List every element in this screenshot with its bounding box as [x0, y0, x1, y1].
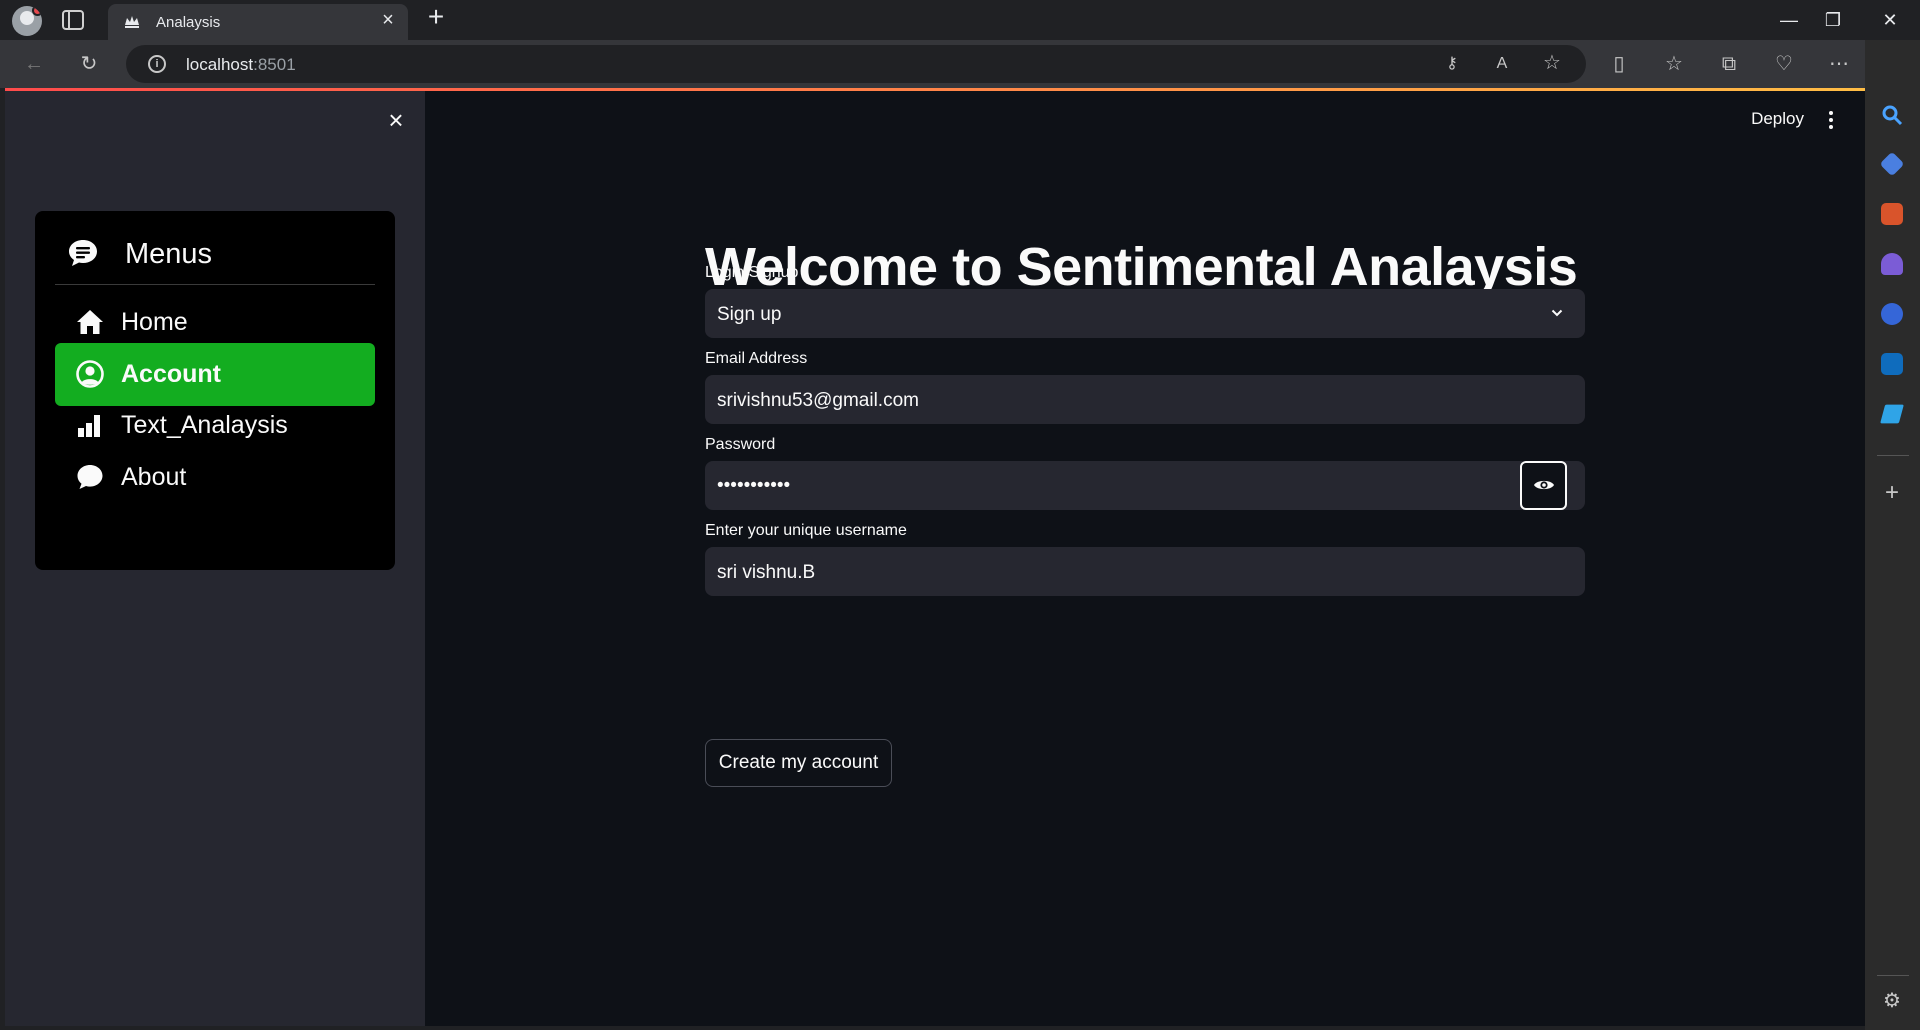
email-value: srivishnu53@gmail.com	[717, 390, 919, 411]
chevron-down-icon	[1551, 309, 1563, 317]
new-tab-icon[interactable]: +	[422, 3, 450, 32]
password-label: Password	[705, 436, 776, 453]
send-icon[interactable]	[1880, 404, 1904, 424]
favorite-star-icon[interactable]: ☆	[1540, 51, 1564, 75]
read-aloud-icon[interactable]: A	[1490, 52, 1514, 76]
browser-essentials-icon[interactable]: ♡	[1772, 52, 1796, 76]
sidebar-close-icon[interactable]: ×	[385, 107, 407, 133]
tools-icon[interactable]	[1881, 203, 1903, 225]
menu-header: Menus	[55, 229, 375, 285]
login-signup-value: Sign up	[717, 304, 782, 325]
app-main: Deploy Welcome to Sentimental Analaysis …	[425, 91, 1865, 1026]
tab-actions-icon[interactable]	[62, 10, 84, 30]
restore-icon[interactable]: ❐	[1813, 6, 1853, 34]
show-password-button[interactable]	[1520, 461, 1567, 510]
edge-divider	[1877, 455, 1909, 456]
menu-title: Menus	[125, 238, 213, 270]
browser-toolbar: ← ↻ i localhost:8501 ⚷ A ☆ ▯ ☆ ⧉ ♡ ⋯	[0, 40, 1920, 88]
settings-gear-icon[interactable]: ⚙	[1881, 990, 1903, 1012]
minimize-icon[interactable]: —	[1769, 6, 1809, 34]
address-url: localhost:8501	[186, 55, 296, 74]
close-window-icon[interactable]: ✕	[1870, 6, 1910, 34]
eye-icon	[1534, 480, 1554, 490]
add-icon[interactable]: +	[1881, 481, 1903, 505]
chat-bubble-icon	[77, 465, 103, 489]
favorites-icon[interactable]: ☆	[1662, 52, 1686, 76]
login-signup-select[interactable]: Sign up	[705, 289, 1585, 338]
tab-title: Analaysis	[156, 14, 221, 31]
person-circle-icon	[76, 360, 104, 388]
login-signup-label: Login/Signup	[705, 264, 799, 281]
browser-tab[interactable]: Analaysis ×	[108, 4, 408, 40]
email-label: Email Address	[705, 350, 808, 367]
deploy-button[interactable]: Deploy	[1751, 109, 1804, 129]
search-icon[interactable]	[1881, 104, 1903, 126]
username-value: sri vishnu.B	[717, 562, 816, 583]
email-field[interactable]: srivishnu53@gmail.com	[705, 375, 1585, 424]
collections-icon[interactable]: ⧉	[1717, 52, 1741, 76]
password-field[interactable]: •••••••••••	[705, 461, 1585, 510]
address-bar[interactable]: i localhost:8501 ⚷ A ☆	[126, 45, 1586, 83]
chat-text-icon	[69, 240, 97, 266]
tab-close-icon[interactable]: ×	[378, 10, 398, 30]
option-menu: Menus Home Account Text_Analaysis About	[35, 211, 395, 570]
app-sidebar: × Menus Home Account Text_Analaysis Abou…	[5, 91, 425, 1026]
reload-icon[interactable]: ↻	[77, 52, 101, 76]
username-label: Enter your unique username	[705, 522, 907, 539]
back-icon[interactable]: ←	[22, 52, 46, 76]
username-field[interactable]: sri vishnu.B	[705, 547, 1585, 596]
site-info-icon[interactable]: i	[148, 55, 166, 73]
edge-divider-bottom	[1877, 975, 1909, 976]
streamlit-crown-icon	[125, 16, 139, 28]
browser-titlebar: Analaysis × + — ❐ ✕	[0, 0, 1920, 40]
house-icon	[77, 310, 103, 334]
outlook-icon[interactable]	[1881, 353, 1903, 375]
profile-avatar[interactable]	[12, 6, 42, 36]
menu-item-about[interactable]: About	[55, 446, 375, 509]
microsoft-365-icon[interactable]	[1881, 303, 1903, 325]
create-account-button[interactable]: Create my account	[705, 739, 892, 787]
password-key-icon[interactable]: ⚷	[1440, 52, 1464, 76]
edge-sidebar: + ⚙	[1865, 40, 1920, 1030]
more-menu-icon[interactable]: ⋯	[1827, 52, 1851, 76]
shopping-tag-icon[interactable]	[1879, 151, 1905, 177]
bar-chart-icon	[78, 415, 100, 437]
games-icon[interactable]	[1881, 253, 1903, 275]
main-menu-icon[interactable]	[1821, 109, 1841, 131]
split-screen-icon[interactable]: ▯	[1607, 52, 1631, 76]
password-value: •••••••••••	[717, 475, 791, 496]
